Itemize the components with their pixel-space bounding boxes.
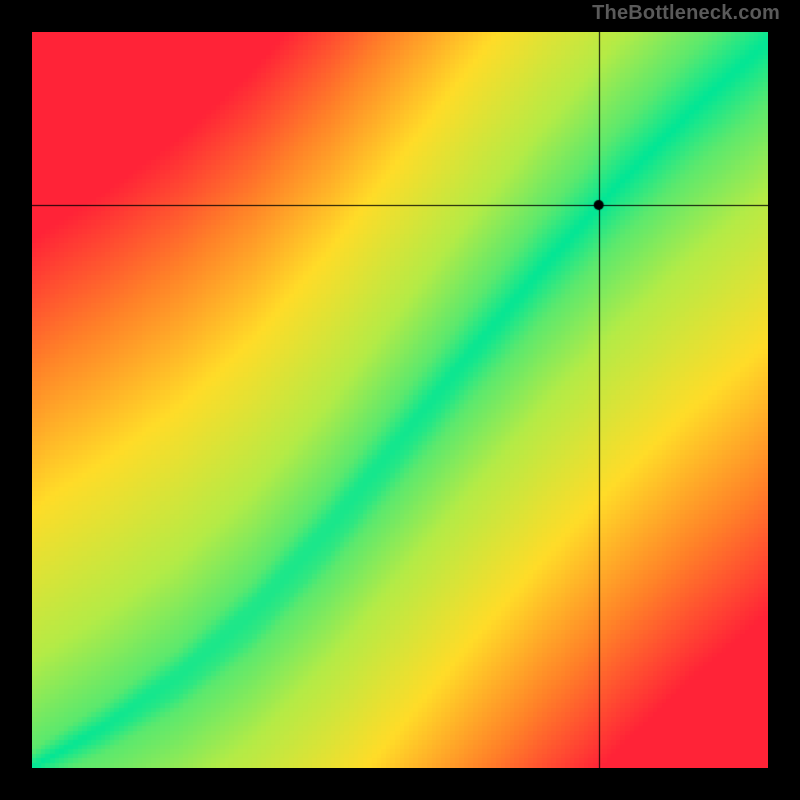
chart-stage: TheBottleneck.com: [0, 0, 800, 800]
plot-area: [32, 32, 768, 768]
attribution-text: TheBottleneck.com: [592, 2, 780, 25]
heatmap-canvas: [32, 32, 768, 768]
